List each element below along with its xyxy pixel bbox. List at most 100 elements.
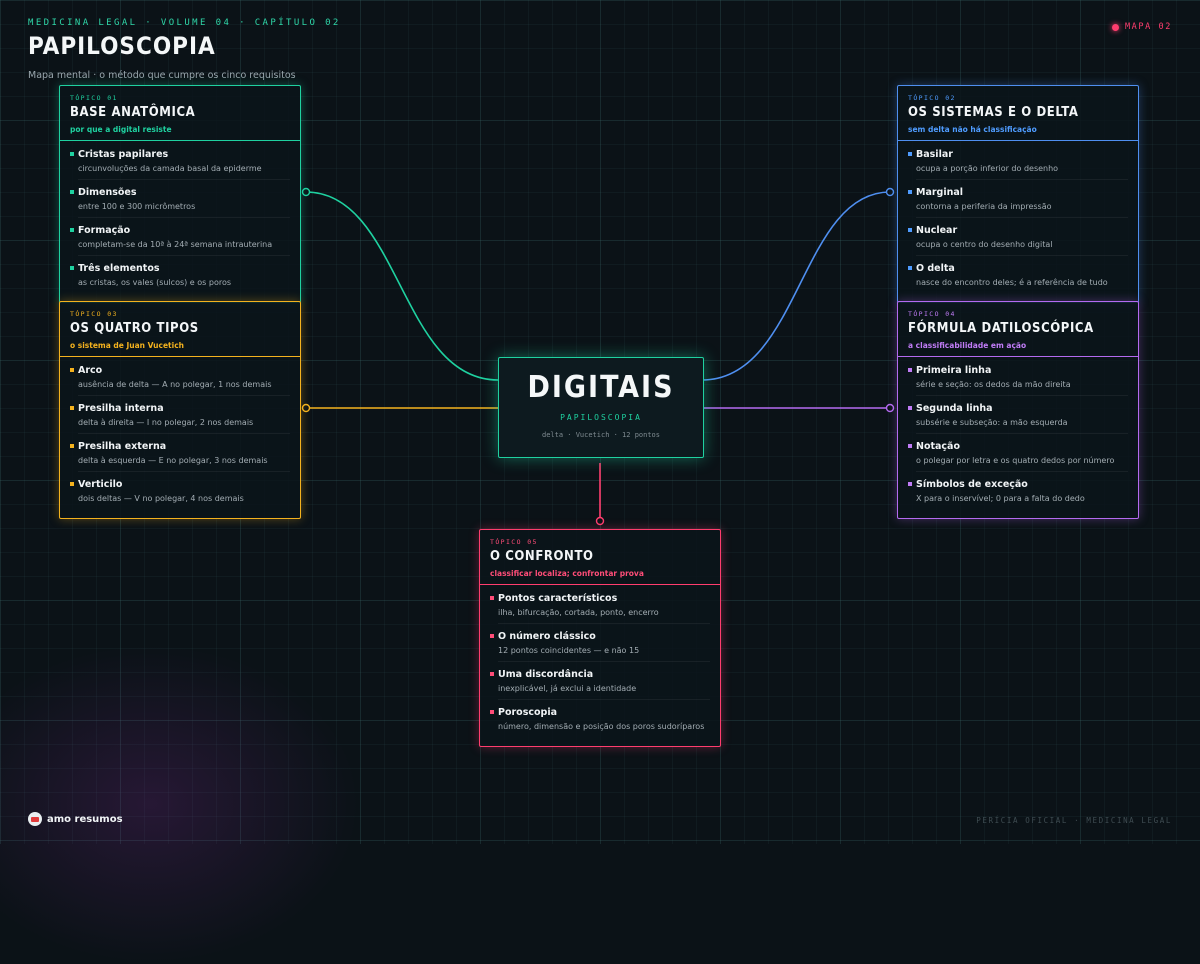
topic-tag: TÓPICO 05 [490, 538, 538, 546]
item-title: Três elementos [78, 263, 160, 274]
list-item: Verticilo dois deltas — V no polegar, 4 n… [70, 479, 290, 505]
item-title: Uma discordância [498, 669, 594, 680]
bullet-square-icon [70, 190, 74, 194]
heart-logo-icon [28, 812, 42, 826]
list-item: Presilha externa delta à esquerda — E no … [70, 441, 290, 472]
item-title: Arco [78, 365, 103, 376]
connector-node-01 [301, 187, 311, 197]
bullet-square-icon [70, 482, 74, 486]
item-desc: ocupa a porção inferior do desenho [916, 164, 1128, 180]
bullet-square-icon [70, 406, 74, 410]
bullet-square-icon [908, 444, 912, 448]
brand-logo[interactable]: amo resumos [28, 812, 123, 826]
central-subtitle: PAPILOSCOPIA [560, 413, 642, 422]
topic-subtitle: classificar localiza; confrontar prova [490, 569, 644, 578]
item-title: Primeira linha [916, 365, 992, 376]
list-item: Nuclear ocupa o centro do desenho digital [908, 225, 1128, 256]
item-title: Presilha interna [78, 403, 164, 414]
item-title: Verticilo [78, 479, 123, 490]
topic-title: OS SISTEMAS E O DELTA [908, 105, 1079, 120]
list-item: Pontos característicos ilha, bifurcação, … [490, 593, 710, 624]
bullet-square-icon [490, 634, 494, 638]
topic-subtitle: por que a digital resiste [70, 125, 172, 134]
topic-card-05: TÓPICO 05 O CONFRONTO classificar locali… [479, 529, 721, 747]
item-title: Presilha externa [78, 441, 167, 452]
item-desc: contorna a periferia da impressão [916, 202, 1128, 218]
topic-card-01: TÓPICO 01 BASE ANATÔMICA por que a digit… [59, 85, 301, 303]
connector-node-03 [301, 403, 311, 413]
item-desc: dois deltas — V no polegar, 4 nos demais [78, 494, 244, 503]
list-item: Símbolos de exceção X para o inservível; … [908, 479, 1128, 505]
bullet-square-icon [908, 406, 912, 410]
topic-card-04: TÓPICO 04 FÓRMULA DATILOSCÓPICA a classi… [897, 301, 1139, 519]
item-desc: delta à direita — I no polegar, 2 nos de… [78, 418, 290, 434]
bullet-square-icon [908, 368, 912, 372]
connector-topic-01 [305, 191, 499, 381]
item-desc: número, dimensão e posição dos poros sud… [498, 722, 705, 731]
connector-node-04 [885, 403, 895, 413]
connector-node-05 [595, 516, 605, 526]
item-desc: circunvoluções da camada basal da epider… [78, 164, 290, 180]
bullet-square-icon [908, 228, 912, 232]
connector-node-02 [885, 187, 895, 197]
item-desc: série e seção: os dedos da mão direita [916, 380, 1128, 396]
bullet-square-icon [70, 228, 74, 232]
list-item: Cristas papilares circunvoluções da camad… [70, 149, 290, 180]
list-item: Presilha interna delta à direita — I no p… [70, 403, 290, 434]
bullet-square-icon [490, 710, 494, 714]
item-desc: delta à esquerda — E no polegar, 3 nos d… [78, 456, 290, 472]
topic-title: FÓRMULA DATILOSCÓPICA [908, 321, 1094, 336]
topic-subtitle: o sistema de Juan Vucetich [70, 341, 184, 350]
topic-tag: TÓPICO 04 [908, 310, 956, 318]
topic-title: BASE ANATÔMICA [70, 105, 196, 120]
item-title: Notação [916, 441, 960, 452]
item-desc: subsérie e subseção: a mão esquerda [916, 418, 1128, 434]
item-title: Marginal [916, 187, 964, 198]
list-item: O número clássico 12 pontos coincidentes … [490, 631, 710, 662]
item-desc: entre 100 e 300 micrômetros [78, 202, 290, 218]
bullet-square-icon [908, 190, 912, 194]
brand-logo-text: amo resumos [47, 813, 123, 825]
topic-tag: TÓPICO 01 [70, 94, 118, 102]
item-title: Segunda linha [916, 403, 993, 414]
list-item: Marginal contorna a periferia da impressã… [908, 187, 1128, 218]
bullet-square-icon [908, 482, 912, 486]
list-item: Dimensões entre 100 e 300 micrômetros [70, 187, 290, 218]
bullet-square-icon [70, 444, 74, 448]
item-desc: ausência de delta — A no polegar, 1 nos … [78, 380, 290, 396]
topic-card-02: TÓPICO 02 OS SISTEMAS E O DELTA sem delt… [897, 85, 1139, 303]
list-item: Poroscopia número, dimensão e posição dos… [490, 707, 710, 733]
bullet-square-icon [70, 368, 74, 372]
bullet-square-icon [908, 266, 912, 270]
central-meta: delta · Vucetich · 12 pontos [541, 431, 660, 439]
topic-title: O CONFRONTO [490, 549, 594, 564]
item-title: Poroscopia [498, 707, 557, 718]
list-item: Formação completam-se da 10ª à 24ª semana… [70, 225, 290, 256]
item-desc: X para o inservível; 0 para a falta do d… [916, 494, 1085, 503]
connector-topic-02 [701, 191, 891, 381]
footer-caption: PERÍCIA OFICIAL · MEDICINA LEGAL [976, 816, 1172, 825]
list-item: Basilar ocupa a porção inferior do desenh… [908, 149, 1128, 180]
item-desc: o polegar por letra e os quatro dedos po… [916, 456, 1128, 472]
list-item: Três elementos as cristas, os vales (sulc… [70, 263, 290, 289]
item-desc: 12 pontos coincidentes — e não 15 [498, 646, 710, 662]
bullet-square-icon [70, 266, 74, 270]
bullet-square-icon [908, 152, 912, 156]
item-title: Símbolos de exceção [916, 479, 1028, 490]
item-title: O delta [916, 263, 955, 274]
topic-subtitle: a classificabilidade em ação [908, 341, 1027, 350]
item-title: Formação [78, 225, 131, 236]
item-title: Dimensões [78, 187, 137, 198]
item-title: Cristas papilares [78, 149, 169, 160]
bullet-square-icon [490, 672, 494, 676]
bullet-square-icon [490, 596, 494, 600]
bullet-square-icon [70, 152, 74, 156]
item-desc: ocupa o centro do desenho digital [916, 240, 1128, 256]
topic-card-03: TÓPICO 03 OS QUATRO TIPOS o sistema de J… [59, 301, 301, 519]
item-desc: as cristas, os vales (sulcos) e os poros [78, 278, 232, 287]
list-item: Segunda linha subsérie e subseção: a mão … [908, 403, 1128, 434]
item-title: O número clássico [498, 631, 596, 642]
item-title: Basilar [916, 149, 953, 160]
topic-subtitle: sem delta não há classificação [908, 125, 1037, 134]
item-title: Pontos característicos [498, 593, 618, 604]
